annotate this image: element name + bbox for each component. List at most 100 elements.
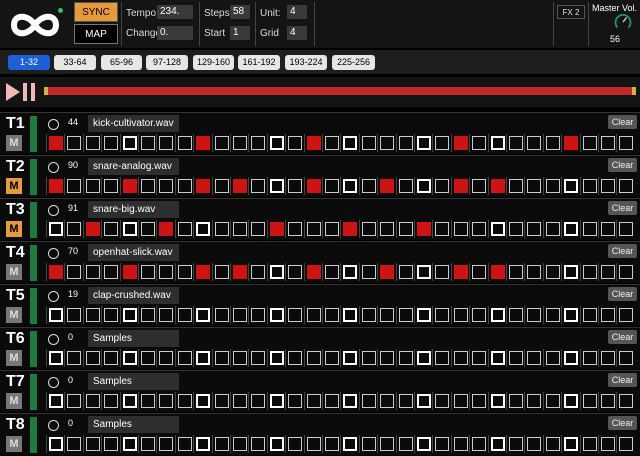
- mute-button[interactable]: M: [6, 393, 22, 409]
- step-inactive[interactable]: [582, 394, 597, 408]
- step-cell[interactable]: [82, 435, 101, 453]
- step-inactive[interactable]: [288, 308, 303, 322]
- step-cell[interactable]: [156, 349, 174, 367]
- step-active[interactable]: [306, 179, 321, 193]
- step-cell[interactable]: [322, 392, 340, 410]
- step-cell[interactable]: [156, 134, 174, 152]
- step-cell[interactable]: [506, 134, 524, 152]
- step-cell[interactable]: [377, 220, 395, 238]
- start-field[interactable]: 1: [230, 26, 250, 40]
- step-inactive[interactable]: [104, 308, 119, 322]
- step-inactive[interactable]: [398, 179, 413, 193]
- step-inactive[interactable]: [67, 394, 82, 408]
- step-inactive[interactable]: [325, 437, 339, 451]
- step-inactive[interactable]: [233, 222, 247, 236]
- step-inactive[interactable]: [177, 394, 192, 408]
- step-cell[interactable]: [193, 392, 211, 410]
- step-cell[interactable]: [119, 349, 138, 367]
- step-inactive[interactable]: [582, 351, 597, 365]
- step-cell[interactable]: [303, 306, 322, 324]
- step-cell[interactable]: [211, 349, 230, 367]
- step-inactive[interactable]: [361, 308, 376, 322]
- step-cell[interactable]: [230, 263, 248, 281]
- step-inactive[interactable]: [214, 222, 229, 236]
- page-tab-1[interactable]: 1-32: [8, 55, 50, 70]
- step-inactive[interactable]: [325, 222, 339, 236]
- step-cell[interactable]: [322, 349, 340, 367]
- step-cell[interactable]: [598, 134, 616, 152]
- step-cell[interactable]: [524, 220, 542, 238]
- step-cell[interactable]: [377, 306, 395, 324]
- step-cell[interactable]: [561, 435, 579, 453]
- step-active[interactable]: [380, 179, 395, 193]
- step-cell[interactable]: [211, 306, 230, 324]
- step-cell[interactable]: [303, 220, 322, 238]
- step-inactive[interactable]: [325, 179, 339, 193]
- step-cell[interactable]: [377, 177, 395, 195]
- step-cell[interactable]: [469, 263, 487, 281]
- step-cell[interactable]: [469, 177, 487, 195]
- step-inactive[interactable]: [67, 437, 82, 451]
- step-cell[interactable]: [266, 177, 285, 195]
- record-circle-icon[interactable]: [48, 334, 59, 345]
- step-cell[interactable]: [193, 435, 211, 453]
- track-volume[interactable]: 19: [68, 289, 78, 299]
- step-inactive[interactable]: [564, 308, 579, 322]
- step-cell[interactable]: [598, 435, 616, 453]
- step-cell[interactable]: [487, 263, 506, 281]
- mute-button[interactable]: M: [6, 221, 22, 237]
- step-inactive[interactable]: [251, 351, 266, 365]
- step-inactive[interactable]: [85, 179, 100, 193]
- step-inactive[interactable]: [619, 222, 634, 236]
- step-inactive[interactable]: [361, 222, 376, 236]
- step-active[interactable]: [233, 179, 247, 193]
- step-cell[interactable]: [266, 306, 285, 324]
- step-cell[interactable]: [82, 392, 101, 410]
- step-cell[interactable]: [119, 306, 138, 324]
- step-inactive[interactable]: [527, 265, 542, 279]
- step-inactive[interactable]: [269, 265, 284, 279]
- step-cell[interactable]: [46, 349, 64, 367]
- step-cell[interactable]: [598, 306, 616, 324]
- step-cell[interactable]: [579, 220, 598, 238]
- step-inactive[interactable]: [67, 265, 82, 279]
- step-cell[interactable]: [340, 134, 358, 152]
- step-cell[interactable]: [138, 392, 156, 410]
- step-cell[interactable]: [174, 177, 193, 195]
- step-inactive[interactable]: [490, 136, 505, 150]
- step-active[interactable]: [49, 265, 63, 279]
- step-inactive[interactable]: [177, 265, 192, 279]
- step-cell[interactable]: [248, 220, 266, 238]
- step-cell[interactable]: [340, 435, 358, 453]
- step-cell[interactable]: [616, 177, 634, 195]
- step-cell[interactable]: [266, 349, 285, 367]
- step-active[interactable]: [122, 179, 137, 193]
- step-inactive[interactable]: [306, 351, 321, 365]
- step-inactive[interactable]: [601, 308, 615, 322]
- page-tab-4[interactable]: 97-128: [146, 55, 188, 70]
- step-cell[interactable]: [285, 306, 303, 324]
- step-active[interactable]: [196, 265, 211, 279]
- step-cell[interactable]: [230, 220, 248, 238]
- step-inactive[interactable]: [490, 351, 505, 365]
- step-cell[interactable]: [542, 392, 561, 410]
- step-inactive[interactable]: [159, 136, 174, 150]
- sample-selector[interactable]: openhat-slick.wav: [88, 244, 179, 261]
- step-active[interactable]: [453, 265, 468, 279]
- step-cell[interactable]: [174, 306, 193, 324]
- page-tab-3[interactable]: 65-96: [101, 55, 142, 70]
- step-cell[interactable]: [82, 306, 101, 324]
- step-inactive[interactable]: [601, 222, 615, 236]
- step-inactive[interactable]: [435, 437, 450, 451]
- step-inactive[interactable]: [509, 437, 523, 451]
- step-cell[interactable]: [598, 392, 616, 410]
- record-circle-icon[interactable]: [48, 377, 59, 388]
- sample-selector[interactable]: Samples: [88, 330, 179, 347]
- step-cell[interactable]: [340, 392, 358, 410]
- step-inactive[interactable]: [269, 394, 284, 408]
- step-cell[interactable]: [377, 134, 395, 152]
- step-inactive[interactable]: [122, 394, 137, 408]
- step-inactive[interactable]: [288, 265, 303, 279]
- step-inactive[interactable]: [343, 265, 358, 279]
- step-cell[interactable]: [616, 392, 634, 410]
